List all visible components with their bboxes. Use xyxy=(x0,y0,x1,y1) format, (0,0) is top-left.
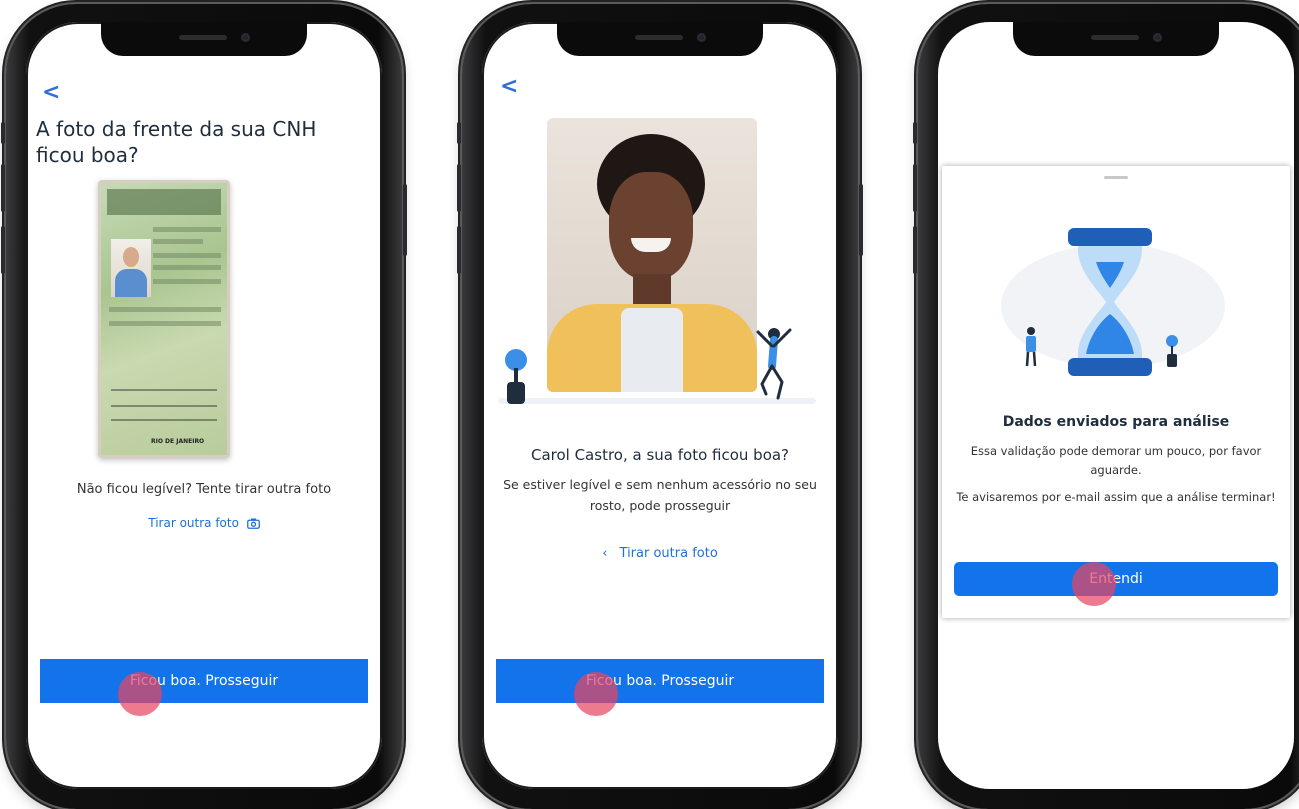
instructions-text: Se estiver legível e sem nenhum acessóri… xyxy=(503,477,817,513)
page-title: A foto da frente da sua CNH ficou boa? xyxy=(36,117,317,167)
license-city: RIO DE JANEIRO xyxy=(151,438,205,445)
side-button xyxy=(403,184,407,256)
phone-frame-2: < Carol Castro, a sua foto ficou boa? Se… xyxy=(457,4,863,809)
notch xyxy=(557,22,763,56)
plant-illustration xyxy=(505,349,527,404)
person-illustration xyxy=(1025,327,1037,367)
side-button xyxy=(457,226,461,274)
side-button xyxy=(859,184,863,256)
side-button xyxy=(457,122,461,144)
side-button xyxy=(457,164,461,212)
back-button[interactable]: < xyxy=(500,74,518,99)
camera-icon xyxy=(246,518,260,532)
hint-text: Não ficou legível? Tente tirar outra fot… xyxy=(76,482,332,497)
selfie-photo xyxy=(547,118,757,392)
side-button xyxy=(1,122,5,144)
side-button xyxy=(1,226,5,274)
tap-indicator xyxy=(1072,562,1116,606)
retake-link-label[interactable]: Tirar outra foto xyxy=(148,516,239,530)
confirm-button[interactable]: Entendi xyxy=(954,562,1278,596)
hourglass-icon xyxy=(1068,228,1152,376)
screen-2: < Carol Castro, a sua foto ficou boa? Se… xyxy=(482,22,838,789)
notch xyxy=(1013,22,1219,56)
tap-indicator xyxy=(574,672,618,716)
side-button xyxy=(913,122,917,144)
continue-button[interactable]: Ficou boa. Prosseguir xyxy=(496,659,824,703)
drag-handle[interactable] xyxy=(1104,176,1128,179)
notch xyxy=(101,22,307,56)
modal-text-2: Te avisaremos por e-mail assim que a aná… xyxy=(956,490,1276,504)
person-illustration xyxy=(756,328,792,400)
plant-illustration xyxy=(1166,335,1178,367)
side-button xyxy=(913,164,917,212)
license-photo: RIO DE JANEIRO xyxy=(98,180,230,458)
retake-link[interactable]: ‹ Tirar outra foto xyxy=(482,546,838,561)
retake-link[interactable]: Tirar outra foto xyxy=(26,516,382,532)
modal-text-1: Essa validação pode demorar um pouco, po… xyxy=(970,444,1262,477)
side-button xyxy=(913,226,917,274)
modal-title: Dados enviados para análise xyxy=(1002,414,1230,430)
tap-indicator xyxy=(118,672,162,716)
phone-frame-1: < A foto da frente da sua CNH ficou boa?… xyxy=(1,4,407,809)
continue-button[interactable]: Ficou boa. Prosseguir xyxy=(40,659,368,703)
chevron-left-icon: ‹ xyxy=(602,546,608,561)
license-portrait xyxy=(111,239,151,297)
phone-frame-3: Dados enviados para análise Essa validaç… xyxy=(913,4,1299,809)
screen-3: Dados enviados para análise Essa validaç… xyxy=(938,22,1294,789)
side-button xyxy=(1,164,5,212)
screen-1: < A foto da frente da sua CNH ficou boa?… xyxy=(26,22,382,789)
confirmation-modal: Dados enviados para análise Essa validaç… xyxy=(942,166,1290,618)
page-title: Carol Castro, a sua foto ficou boa? xyxy=(530,446,790,464)
retake-link-label[interactable]: Tirar outra foto xyxy=(620,546,718,561)
back-button[interactable]: < xyxy=(42,80,60,105)
